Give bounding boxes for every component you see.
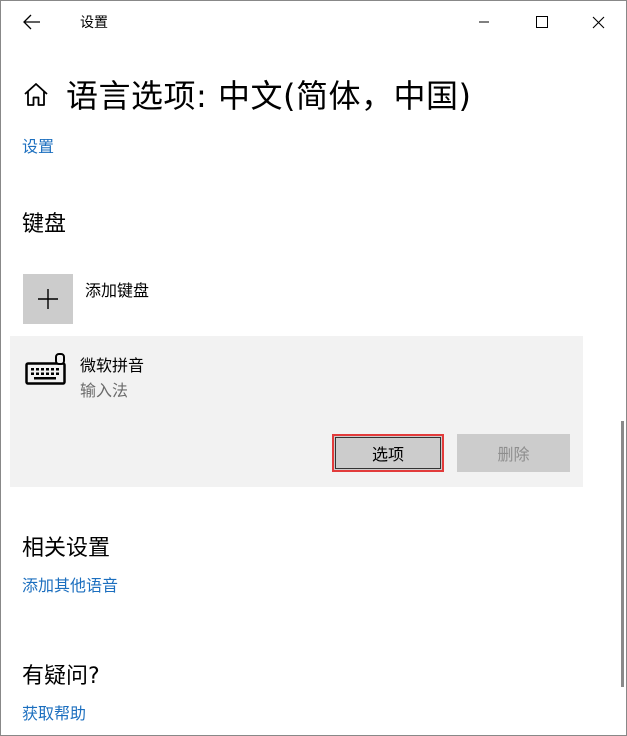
settings-breadcrumb-link[interactable]: 设置 [22,133,54,157]
add-keyboard-button[interactable] [23,274,73,324]
related-settings-heading: 相关设置 [22,536,111,561]
scrollbar[interactable] [621,421,624,687]
keyboard-icon [25,353,66,385]
maximize-button[interactable] [513,1,571,43]
plus-icon [38,289,58,309]
window-title: 设置 [80,15,108,31]
page-title: 语言选项: 中文(简体，中国) [66,77,472,115]
add-other-language-link[interactable]: 添加其他语音 [22,572,118,596]
add-keyboard-label[interactable]: 添加键盘 [85,277,149,301]
close-button[interactable] [569,1,626,43]
maximize-icon [536,16,548,28]
back-arrow-icon [23,14,40,30]
minimize-button[interactable] [455,1,513,43]
options-button[interactable]: 选项 [332,434,444,472]
back-button[interactable] [11,5,53,39]
title-bar: 设置 [1,1,626,43]
question-heading: 有疑问? [22,664,100,689]
close-icon [592,16,604,28]
settings-window: 设置 语言选项: 中文(简体，中国) 设置 键盘 添加键盘 微软拼音 输入法 选… [0,0,627,736]
get-help-link[interactable]: 获取帮助 [22,700,86,724]
keyboard-heading: 键盘 [22,212,67,237]
minimize-icon [479,21,489,23]
delete-button[interactable]: 删除 [457,434,570,472]
home-icon[interactable] [23,81,49,107]
keyboard-name: 微软拼音 [80,356,145,375]
keyboard-type: 输入法 [80,381,129,400]
